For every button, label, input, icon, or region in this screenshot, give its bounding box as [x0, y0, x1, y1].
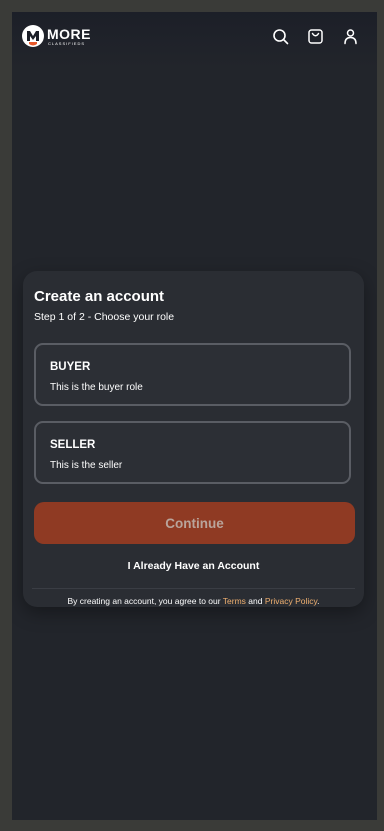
- legal-notice: By creating an account, you agree to our…: [23, 596, 364, 606]
- role-option-seller[interactable]: SELLER This is the seller: [34, 421, 351, 484]
- logo-mark-icon: [22, 25, 44, 47]
- terms-link[interactable]: Terms: [223, 596, 246, 606]
- brand-tagline: CLASSIFIEDS: [48, 40, 86, 46]
- role-description: This is the seller: [50, 460, 123, 471]
- role-title: SELLER: [50, 439, 96, 451]
- header-actions: [272, 28, 359, 45]
- continue-button[interactable]: Continue: [34, 502, 355, 544]
- role-description: This is the buyer role: [50, 382, 143, 393]
- brand-logo[interactable]: MORE CLASSIFIEDS: [22, 25, 91, 47]
- role-option-buyer[interactable]: BUYER This is the buyer role: [34, 343, 351, 406]
- app-frame: MORE CLASSIFIEDS Create an account Step …: [12, 12, 377, 820]
- user-icon[interactable]: [342, 28, 359, 45]
- role-title: BUYER: [50, 361, 91, 373]
- privacy-policy-link[interactable]: Privacy Policy: [265, 596, 317, 606]
- logo-text: MORE CLASSIFIEDS: [47, 27, 91, 46]
- have-account-link[interactable]: I Already Have an Account: [23, 560, 364, 572]
- cart-icon[interactable]: [307, 28, 324, 45]
- legal-prefix: By creating an account, you agree to our: [67, 596, 223, 606]
- divider: [32, 588, 355, 589]
- brand-name: MORE: [47, 25, 91, 42]
- create-account-card: Create an account Step 1 of 2 - Choose y…: [23, 271, 364, 607]
- top-header: MORE CLASSIFIEDS: [12, 12, 377, 68]
- legal-and: and: [245, 596, 265, 606]
- card-subtitle: Step 1 of 2 - Choose your role: [34, 311, 175, 323]
- card-title: Create an account: [34, 288, 165, 305]
- search-icon[interactable]: [272, 28, 289, 45]
- legal-suffix: .: [317, 596, 320, 606]
